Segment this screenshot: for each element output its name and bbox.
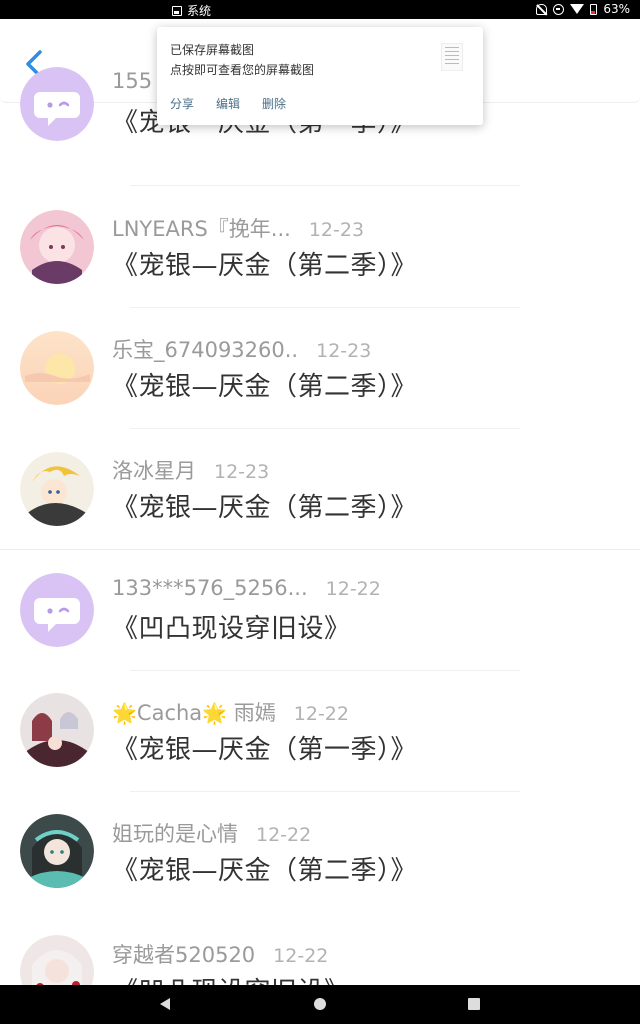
work-title: 《凹凸现设穿旧设》	[112, 614, 351, 644]
avatar[interactable]	[20, 693, 94, 767]
do-not-disturb-icon	[553, 3, 565, 15]
notification-title: 已保存屏幕截图	[170, 43, 255, 57]
star-icon: 🌟	[202, 701, 228, 725]
user-name: 155	[112, 69, 153, 93]
status-right: 63%	[536, 2, 630, 16]
nav-recents-icon[interactable]	[468, 998, 480, 1010]
list-item[interactable]: LNYEARS『挽年... 12-23 《宠银—厌金（第二季）》	[0, 187, 640, 308]
avatar[interactable]	[20, 67, 94, 141]
comment-date: 12-23	[308, 219, 365, 241]
nav-home-icon[interactable]	[314, 998, 326, 1010]
user-name: 🌟Cacha🌟 雨嫣	[112, 701, 276, 725]
divider	[130, 185, 520, 186]
user-name: 洛冰星月	[112, 459, 196, 483]
chat-bubble-icon	[20, 573, 94, 647]
comment-date: 12-22	[273, 945, 329, 967]
nav-back-icon[interactable]	[160, 998, 170, 1010]
comment-date: 12-22	[325, 578, 381, 600]
comment-date: 12-23	[214, 461, 270, 483]
work-title: 《宠银—厌金（第一季）》	[112, 735, 418, 765]
comment-date: 12-22	[293, 703, 349, 725]
navigation-bar	[0, 985, 640, 1024]
screenshot-notification[interactable]: 已保存屏幕截图 点按即可查看您的屏幕截图 分享 编辑 删除	[157, 27, 483, 125]
share-button[interactable]: 分享	[170, 95, 194, 112]
chat-bubble-icon	[20, 67, 94, 141]
work-title: 《宠银—厌金（第二季）》	[112, 251, 418, 281]
work-title: 《宠银—厌金（第二季）》	[112, 856, 418, 886]
star-icon: 🌟	[112, 701, 137, 725]
list-item[interactable]: 姐玩的是心情 12-22 《宠银—厌金（第二季）》	[0, 792, 640, 912]
delete-button[interactable]: 删除	[262, 95, 286, 112]
status-app-label: 系统	[187, 4, 212, 18]
list-item[interactable]: 洛冰星月 12-23 《宠银—厌金（第二季）》	[0, 429, 640, 550]
battery-icon	[590, 3, 598, 15]
bell-off-icon	[536, 3, 548, 15]
avatar[interactable]	[20, 814, 94, 888]
comment-date: 12-22	[256, 824, 312, 846]
list-item[interactable]: 乐宝_674093260.. 12-23 《宠银—厌金（第二季）》	[0, 308, 640, 429]
avatar[interactable]	[20, 331, 94, 405]
notification-actions: 分享 编辑 删除	[170, 95, 286, 112]
comment-date: 12-23	[316, 340, 372, 362]
battery-percent: 63%	[603, 2, 630, 16]
avatar[interactable]	[20, 452, 94, 526]
user-name: 穿越者520520	[112, 943, 256, 967]
status-left: 系统	[172, 2, 211, 19]
avatar[interactable]	[20, 210, 94, 284]
wifi-icon	[570, 4, 585, 14]
list-item[interactable]: 🌟Cacha🌟 雨嫣 12-22 《宠银—厌金（第一季）》	[0, 671, 640, 792]
user-name: LNYEARS『挽年...	[112, 217, 291, 241]
list-item[interactable]: 133***576_5256... 12-22 《凹凸现设穿旧设》	[0, 550, 640, 671]
avatar[interactable]	[20, 573, 94, 647]
user-name: 姐玩的是心情	[112, 822, 238, 846]
work-title: 《宠银—厌金（第二季）》	[112, 372, 418, 402]
user-name: 133***576_5256...	[112, 576, 308, 600]
screenshot-thumbnail[interactable]	[441, 43, 463, 71]
edit-button[interactable]: 编辑	[216, 95, 240, 112]
screenshot-icon	[172, 5, 182, 16]
notification-subtitle: 点按即可查看您的屏幕截图	[170, 63, 315, 77]
status-bar: 系统 63%	[0, 0, 640, 19]
user-name: 乐宝_674093260..	[112, 338, 299, 362]
work-title: 《宠银—厌金（第二季）》	[112, 493, 418, 523]
